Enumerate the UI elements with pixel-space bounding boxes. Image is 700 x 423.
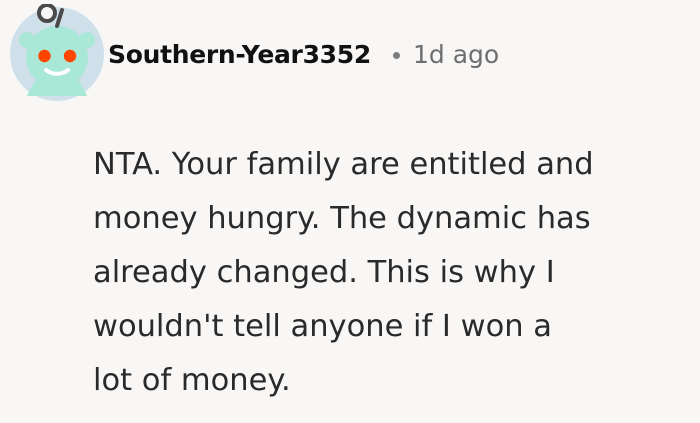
snoo-avatar-icon: [10, 4, 104, 101]
comment-author[interactable]: Southern-Year3352: [108, 40, 371, 69]
comment-meta: Southern-Year3352 1d ago: [108, 34, 499, 74]
comment-body: NTA. Your family are entitled and money …: [93, 138, 693, 408]
comment-timestamp[interactable]: 1d ago: [413, 40, 499, 69]
comment-body-line: money hungry. The dynamic has: [93, 201, 591, 236]
comment-body-line: wouldn't tell anyone if I won a: [93, 309, 552, 344]
comment-body-line: already changed. This is why I: [93, 255, 555, 290]
separator-dot-icon: [392, 51, 400, 59]
comment-body-line: lot of money.: [93, 363, 291, 398]
avatar[interactable]: [7, 4, 107, 104]
comment-body-line: NTA. Your family are entitled and: [93, 147, 594, 182]
comment: Southern-Year3352 1d ago NTA. Your famil…: [0, 0, 700, 423]
